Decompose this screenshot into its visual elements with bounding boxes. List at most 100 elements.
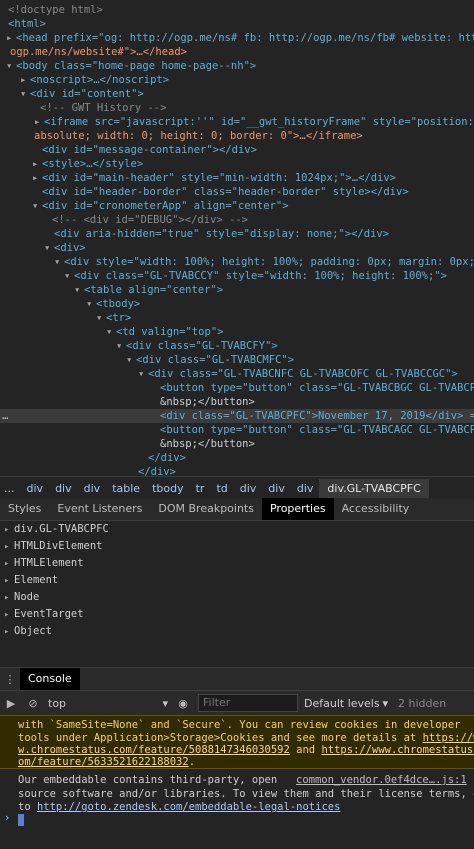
dropdown-arrow-icon: ▾ xyxy=(162,696,168,710)
collapse-arrow-icon[interactable]: ▾ xyxy=(20,87,30,101)
tree-node-iframe-cont[interactable]: absolute; width: 0; height: 0; border: 0… xyxy=(0,129,474,143)
tree-node-head-cont[interactable]: ogp.me/ns/website#">…</head> xyxy=(0,45,474,59)
breadcrumb-item-td[interactable]: td xyxy=(210,482,233,495)
collapse-arrow-icon[interactable]: ▾ xyxy=(116,339,126,353)
tree-node-tr[interactable]: ▾ <tr> xyxy=(0,311,474,325)
breadcrumb-more[interactable]: ... xyxy=(0,482,21,495)
expand-arrow-icon[interactable]: ▸ xyxy=(4,539,14,556)
expand-arrow-icon[interactable]: ▸ xyxy=(4,556,14,573)
breadcrumb-item-div[interactable]: div xyxy=(234,482,263,495)
collapse-arrow-icon[interactable]: ▾ xyxy=(6,59,16,73)
tree-node-gl-tvabcfy[interactable]: ▾ <div class="GL-TVABCFY"> xyxy=(0,339,474,353)
tree-node-head[interactable]: ▸ <head prefix="og: http://ogp.me/ns# fb:… xyxy=(0,31,474,45)
clear-console-icon[interactable]: ⊘ xyxy=(22,697,44,710)
tab-dom-breakpoints[interactable]: DOM Breakpoints xyxy=(150,498,262,520)
property-row[interactable]: ▸ HTMLDivElement xyxy=(0,538,474,555)
tree-node-div[interactable]: ▾ <div> xyxy=(0,241,474,255)
tab-console[interactable]: Console xyxy=(20,668,80,690)
property-row[interactable]: ▸ div.GL-TVABCPFC xyxy=(0,521,474,538)
context-selector[interactable]: top ▾ xyxy=(44,697,172,710)
expand-arrow-icon[interactable]: ▸ xyxy=(20,73,30,87)
warning-link[interactable]: om/feature/5633521622188032 xyxy=(18,756,189,768)
collapse-arrow-icon[interactable]: ▾ xyxy=(64,269,74,283)
property-row[interactable]: ▸ Node xyxy=(0,589,474,606)
expand-arrow-icon[interactable]: ▸ xyxy=(4,624,14,641)
tree-node-button-prev[interactable]: <button type="button" class="GL-TVABCBGC… xyxy=(0,381,474,395)
tree-node-button-prev-close[interactable]: &nbsp;</button> xyxy=(0,395,474,409)
debug-comment: <!-- <div id="DEBUG"></div> --> xyxy=(52,214,248,226)
property-row[interactable]: ▸ EventTarget xyxy=(0,606,474,623)
tree-node-table[interactable]: ▾ <table align="center"> xyxy=(0,283,474,297)
sidebar-toggle-icon[interactable]: ▶ xyxy=(0,697,22,710)
property-row[interactable]: ▸ HTMLElement xyxy=(0,555,474,572)
expand-arrow-icon[interactable]: ▸ xyxy=(32,157,42,171)
collapse-arrow-icon[interactable]: ▾ xyxy=(74,283,84,297)
legal-notices-link[interactable]: http://goto.zendesk.com/embeddable-legal… xyxy=(37,801,340,813)
breadcrumb-item-tbody[interactable]: tbody xyxy=(146,482,190,495)
elements-tree[interactable]: <!doctype html> <html> ▸ <head prefix="og… xyxy=(0,0,474,476)
console-input[interactable] xyxy=(18,814,24,826)
property-row[interactable]: ▸ Object xyxy=(0,623,474,640)
expand-arrow-icon[interactable]: ▸ xyxy=(32,171,42,185)
expand-arrow-icon[interactable]: ▸ xyxy=(4,573,14,590)
collapse-arrow-icon[interactable]: ▾ xyxy=(86,297,96,311)
tree-node-header-border[interactable]: <div id="header-border" class="header-bo… xyxy=(0,185,474,199)
breadcrumb-item-table[interactable]: table xyxy=(106,482,146,495)
breadcrumb-item-div[interactable]: div xyxy=(262,482,291,495)
collapse-arrow-icon[interactable]: ▾ xyxy=(54,255,64,269)
tree-node-message-container[interactable]: <div id="message-container"></div> xyxy=(0,143,474,157)
tree-node-aria-hidden[interactable]: <div aria-hidden="true" style="display: … xyxy=(0,227,474,241)
live-expression-eye-icon[interactable]: ◉ xyxy=(172,697,194,710)
tree-node-debug-comment[interactable]: <!-- <div id="DEBUG"></div> --> xyxy=(0,213,474,227)
tree-node-div-style[interactable]: ▾ <div style="width: 100%; height: 100%; … xyxy=(0,255,474,269)
expand-arrow-icon[interactable]: ▸ xyxy=(6,31,16,45)
tab-properties[interactable]: Properties xyxy=(261,498,334,520)
tree-node-selected-date[interactable]: … <div class="GL-TVABCPFC">November 17, 2… xyxy=(0,409,474,423)
source-link[interactable]: common_vendor.0ef4dce….js:1 xyxy=(296,773,467,787)
collapse-arrow-icon[interactable]: ▾ xyxy=(32,199,42,213)
tree-node-noscript[interactable]: ▸ <noscript>…</noscript> xyxy=(0,73,474,87)
tree-node-style[interactable]: ▸ <style>…</style> xyxy=(0,157,474,171)
expand-arrow-icon[interactable]: ▸ xyxy=(4,607,14,624)
collapse-arrow-icon[interactable]: ▾ xyxy=(126,353,136,367)
tree-node-cronometer-app[interactable]: ▾ <div id="cronometerApp" align="center"> xyxy=(0,199,474,213)
tree-node-body[interactable]: ▾ <body class="home-page home-page--nh"> xyxy=(0,59,474,73)
tree-node-button-next-close[interactable]: &nbsp;</button> xyxy=(0,437,474,451)
collapse-arrow-icon[interactable]: ▾ xyxy=(106,325,116,339)
tree-node-tbody[interactable]: ▾ <tbody> xyxy=(0,297,474,311)
tree-node-doctype[interactable]: <!doctype html> xyxy=(0,3,474,17)
collapse-arrow-icon[interactable]: ▾ xyxy=(138,367,148,381)
collapse-arrow-icon[interactable]: ▾ xyxy=(44,241,54,255)
property-row[interactable]: ▸ Element xyxy=(0,572,474,589)
warning-link[interactable]: https://www.chromestatus.c xyxy=(321,744,474,756)
collapse-arrow-icon[interactable]: ▾ xyxy=(96,311,106,325)
tree-node-html[interactable]: <html> xyxy=(0,17,474,31)
tree-node-main-header[interactable]: ▸ <div id="main-header" style="min-width:… xyxy=(0,171,474,185)
tab-accessibility[interactable]: Accessibility xyxy=(334,498,418,520)
tree-node-iframe[interactable]: ▸ <iframe src="javascript:''" id="__gwt_h… xyxy=(0,115,474,129)
breadcrumb-item-tr[interactable]: tr xyxy=(190,482,211,495)
tree-node-gl-tvabccy[interactable]: ▾ <div class="GL-TVABCCY" style="width: 1… xyxy=(0,269,474,283)
tree-node-comment[interactable]: <!-- GWT History --> xyxy=(0,101,474,115)
expand-arrow-icon[interactable]: ▸ xyxy=(4,522,14,539)
breadcrumb-item-div[interactable]: div xyxy=(291,482,320,495)
tree-node-button-next[interactable]: <button type="button" class="GL-TVABCAGC… xyxy=(0,423,474,437)
expand-arrow-icon[interactable]: ▸ xyxy=(34,115,44,129)
drawer-menu-icon[interactable]: ⋮ xyxy=(0,673,20,686)
tree-node-gl-tvabcnfc[interactable]: ▾ <div class="GL-TVABCNFC GL-TVABCOFC GL-… xyxy=(0,367,474,381)
breadcrumb-item-div[interactable]: div xyxy=(21,482,50,495)
filter-input[interactable]: Filter xyxy=(198,694,298,712)
tree-node-gl-tvabcmfc[interactable]: ▾ <div class="GL-TVABCMFC"> xyxy=(0,353,474,367)
expand-arrow-icon[interactable]: ▸ xyxy=(4,590,14,607)
tree-node-close-div-1[interactable]: </div> xyxy=(0,451,474,465)
more-dots-icon[interactable]: … xyxy=(2,409,8,423)
breadcrumb-item-div[interactable]: div xyxy=(49,482,78,495)
tree-node-td[interactable]: ▾ <td valign="top"> xyxy=(0,325,474,339)
tab-styles[interactable]: Styles xyxy=(0,498,49,520)
breadcrumb-item-selected[interactable]: div.GL-TVABCPFC xyxy=(319,478,429,498)
tree-node-content[interactable]: ▾ <div id="content"> xyxy=(0,87,474,101)
log-levels-dropdown[interactable]: Default levels ▾ xyxy=(304,697,388,710)
breadcrumb-item-div[interactable]: div xyxy=(78,482,107,495)
tab-event-listeners[interactable]: Event Listeners xyxy=(49,498,150,520)
tree-node-close-div-2[interactable]: </div> xyxy=(0,465,474,476)
